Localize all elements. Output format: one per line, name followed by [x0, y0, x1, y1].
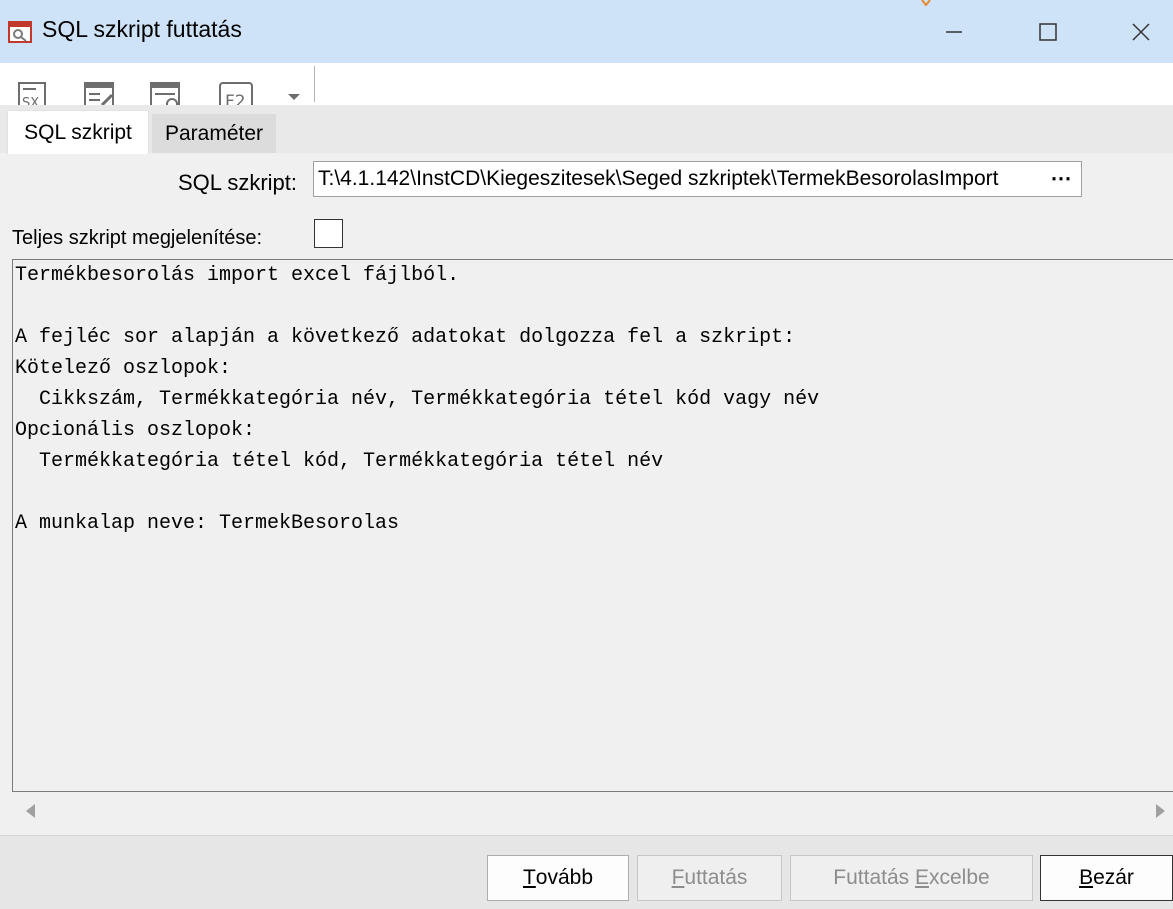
- run-excel-button[interactable]: Futtatás Excelbe: [790, 855, 1033, 901]
- chevron-down-icon: [288, 94, 300, 100]
- cancel-form-button[interactable]: [148, 81, 184, 105]
- maximize-icon: [1039, 23, 1057, 41]
- browse-button[interactable]: ⋯: [1045, 162, 1077, 196]
- accent-marker-icon: [921, 0, 931, 6]
- tab-strip: SQL szkript Paraméter: [0, 105, 1173, 154]
- sql-window-icon: [8, 21, 32, 43]
- cancel-form-icon: [150, 82, 180, 105]
- script-line: Cikkszám, Termékkategória név, Termékkat…: [15, 388, 820, 411]
- window-title: SQL szkript futtatás: [42, 16, 242, 42]
- toolbar-dropdown-button[interactable]: [284, 83, 304, 103]
- script-line: Termékbesorolás import excel fájlból.: [15, 264, 460, 287]
- f2-key-button[interactable]: F2: [218, 81, 254, 105]
- script-line: Kötelező oszlopok:: [15, 357, 232, 380]
- sql-script-icon: SX: [18, 82, 46, 105]
- maximize-button[interactable]: [1025, 12, 1071, 52]
- script-line: A munkalap neve: TermekBesorolas: [15, 512, 400, 535]
- script-line: Termékkategória tétel kód, Termékkategór…: [15, 450, 664, 473]
- tab-parameter[interactable]: Paraméter: [152, 114, 276, 153]
- f2-key-icon: F2: [219, 82, 253, 105]
- scroll-left-icon[interactable]: [26, 804, 35, 818]
- svg-text:SX: SX: [22, 96, 39, 105]
- script-line: Opcionális oszlopok:: [15, 419, 256, 442]
- minimize-button[interactable]: [931, 12, 977, 52]
- script-line: [13, 477, 1173, 508]
- minimize-icon: [946, 31, 962, 33]
- sql-script-path-value: T:\4.1.142\InstCD\Kiegeszitesek\Seged sz…: [318, 167, 999, 190]
- sql-script-path-field[interactable]: T:\4.1.142\InstCD\Kiegeszitesek\Seged sz…: [313, 161, 1082, 197]
- horizontal-scrollbar[interactable]: [12, 793, 1173, 827]
- close-dialog-button[interactable]: Bezár: [1040, 855, 1173, 901]
- sql-script-button[interactable]: SX: [16, 81, 52, 105]
- edit-form-button[interactable]: [82, 81, 118, 105]
- next-button[interactable]: Tovább: [487, 855, 629, 901]
- run-button[interactable]: Futtatás: [637, 855, 782, 901]
- full-script-checkbox[interactable]: [314, 219, 343, 248]
- close-icon: [1132, 23, 1150, 41]
- script-line: A fejléc sor alapján a következő adatoka…: [15, 326, 796, 349]
- script-text-area[interactable]: Termékbesorolás import excel fájlból. A …: [12, 259, 1173, 792]
- close-button[interactable]: [1118, 12, 1164, 52]
- toolbar: SX F2: [0, 63, 1173, 105]
- full-script-label: Teljes szkript megjelenítése:: [12, 227, 263, 249]
- edit-form-icon: [84, 82, 114, 105]
- sql-script-label: SQL szkript:: [178, 170, 297, 195]
- toolbar-separator: [314, 66, 315, 102]
- scroll-right-icon[interactable]: [1156, 804, 1165, 818]
- tab-sql-script[interactable]: SQL szkript: [7, 110, 149, 154]
- footer-bar: Tovább Futtatás Futtatás Excelbe Bezár: [0, 835, 1173, 909]
- script-line: [13, 291, 1173, 322]
- svg-text:F2: F2: [225, 92, 246, 105]
- title-bar: SQL szkript futtatás: [0, 0, 1173, 63]
